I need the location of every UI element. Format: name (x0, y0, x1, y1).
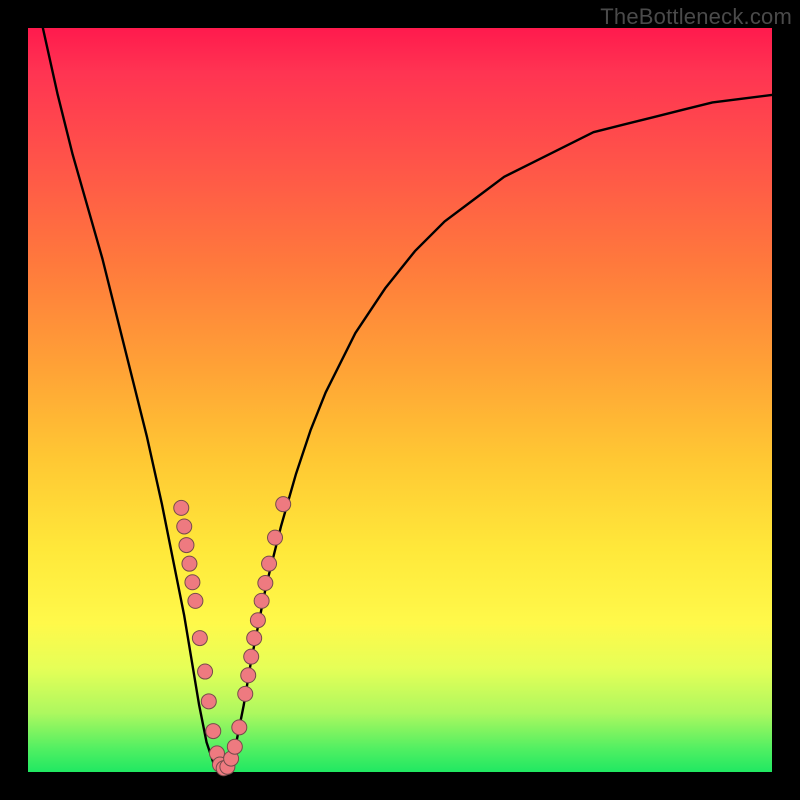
marker-point (250, 613, 265, 628)
marker-point (198, 664, 213, 679)
marker-point (185, 575, 200, 590)
chart-frame: TheBottleneck.com (0, 0, 800, 800)
chart-svg (28, 28, 772, 772)
marker-point (268, 530, 283, 545)
marker-point (238, 686, 253, 701)
marker-point (227, 739, 242, 754)
curve-path (43, 28, 772, 772)
marker-point (188, 593, 203, 608)
marker-point (254, 593, 269, 608)
marker-point (201, 694, 216, 709)
marker-point (241, 668, 256, 683)
marker-point (247, 631, 262, 646)
marker-point (262, 556, 277, 571)
marker-point (258, 576, 273, 591)
marker-point (206, 724, 221, 739)
marker-point (276, 497, 291, 512)
marker-point (232, 720, 247, 735)
marker-point (244, 649, 259, 664)
marker-point (177, 519, 192, 534)
plot-area (28, 28, 772, 772)
marker-point (192, 631, 207, 646)
watermark-text: TheBottleneck.com (600, 4, 792, 30)
marker-point (179, 538, 194, 553)
marker-point (174, 500, 189, 515)
marker-point (182, 556, 197, 571)
curve-markers (174, 497, 291, 776)
